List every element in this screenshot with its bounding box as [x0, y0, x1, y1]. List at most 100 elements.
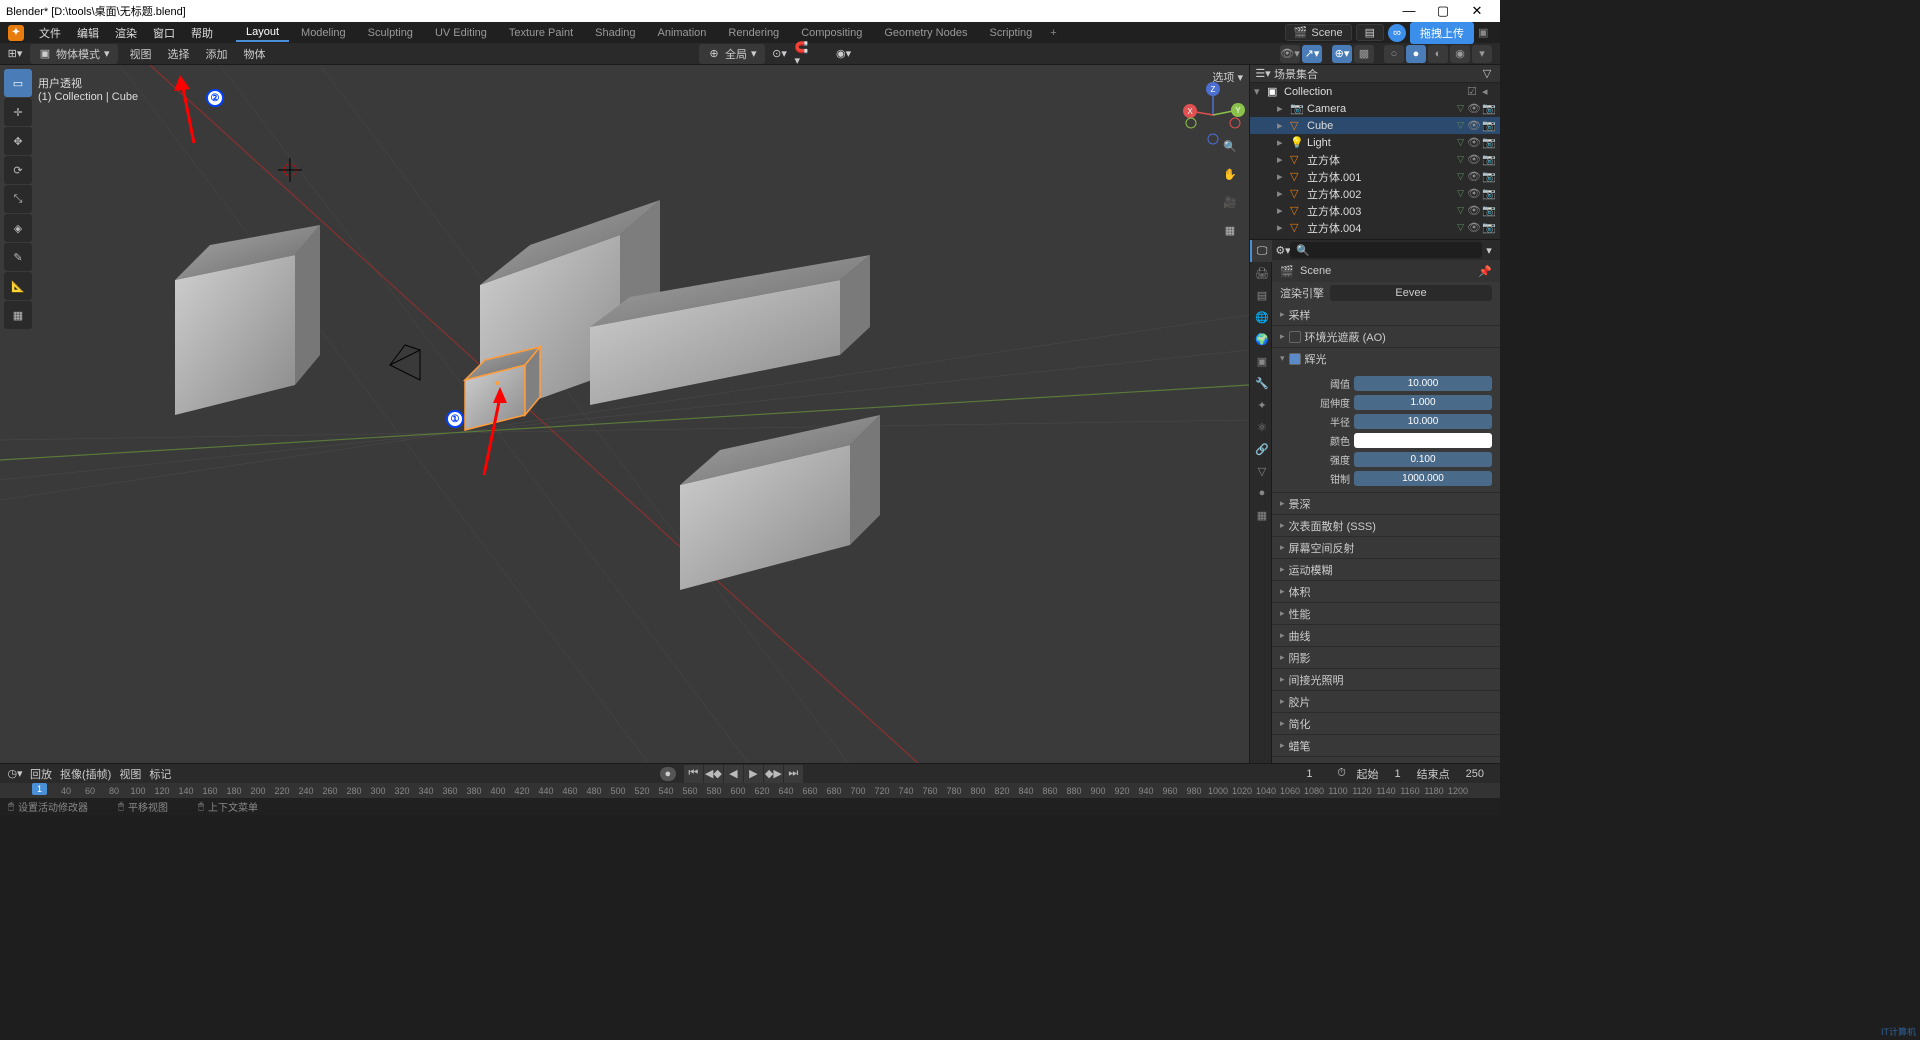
tab-particles[interactable]: ✦ — [1250, 394, 1272, 416]
timeline-playback[interactable]: 回放 — [30, 766, 52, 782]
jump-start-icon[interactable]: ⏮ — [684, 765, 704, 783]
pin-icon[interactable]: 📌 — [1478, 265, 1492, 278]
tab-output[interactable]: 🖨 — [1250, 262, 1272, 284]
tab-modeling[interactable]: Modeling — [291, 25, 356, 41]
timeline-keying[interactable]: 抠像(插帧) — [60, 766, 111, 782]
timeline-marker[interactable]: 标记 — [149, 766, 171, 782]
outliner-item-0[interactable]: ▸📷Camera▽👁📷 — [1250, 100, 1500, 117]
panel-bloom[interactable]: ▾辉光 — [1272, 348, 1500, 369]
play-reverse-icon[interactable]: ◀ — [724, 765, 744, 783]
bloom-checkbox[interactable] — [1289, 353, 1301, 365]
timeline-view[interactable]: 视图 — [119, 766, 141, 782]
close-button[interactable]: ✕ — [1460, 3, 1494, 19]
tab-render[interactable]: 🖵 — [1250, 240, 1272, 262]
panel-2[interactable]: ▸屏幕空间反射 — [1272, 537, 1500, 558]
transform-tool[interactable]: ◈ — [4, 214, 32, 242]
outliner-filter-icon[interactable]: ▽ — [1480, 67, 1494, 80]
menu-select[interactable]: 选择 — [164, 45, 194, 63]
panel-1[interactable]: ▸次表面散射 (SSS) — [1272, 515, 1500, 536]
bloom-threshold[interactable]: 10.000 — [1354, 376, 1492, 391]
tab-animation[interactable]: Animation — [648, 25, 717, 41]
play-icon[interactable]: ▶ — [744, 765, 764, 783]
playhead[interactable]: 1 — [32, 783, 47, 795]
outliner-item-4[interactable]: ▸▽立方体.001▽👁📷 — [1250, 168, 1500, 185]
cloud-sync-icon[interactable]: ∞ — [1388, 24, 1406, 42]
panel-3[interactable]: ▸运动模糊 — [1272, 559, 1500, 580]
panel-11[interactable]: ▸蜡笔 — [1272, 735, 1500, 756]
tab-physics[interactable]: ⚛ — [1250, 416, 1272, 438]
current-frame[interactable]: 1 — [1292, 766, 1326, 782]
panel-10[interactable]: ▸简化 — [1272, 713, 1500, 734]
end-frame[interactable]: 250 — [1458, 766, 1492, 782]
properties-search[interactable]: 🔍 — [1290, 242, 1482, 258]
menu-render[interactable]: 渲染 — [108, 23, 144, 43]
material-shading-icon[interactable]: ◐ — [1428, 45, 1448, 63]
panel-9[interactable]: ▸胶片 — [1272, 691, 1500, 712]
timeline-editor-icon[interactable]: ◷▾ — [8, 767, 22, 780]
outliner-item-7[interactable]: ▸▽立方体.004▽👁📷 — [1250, 219, 1500, 236]
bloom-color[interactable] — [1354, 433, 1492, 448]
camera-view-icon[interactable]: 🎥 — [1219, 191, 1241, 213]
options-dropdown[interactable]: 选项 ▾ — [1212, 69, 1243, 85]
3d-viewport[interactable]: 选项 ▾ ▭ ✛ ✥ ⟳ ⤡ ◈ ✎ 📐 ▦ 用户透视 (1) Collecti… — [0, 65, 1249, 763]
tab-scene-props[interactable]: 🌐 — [1250, 306, 1272, 328]
tab-modifier[interactable]: 🔧 — [1250, 372, 1272, 394]
tab-rendering[interactable]: Rendering — [718, 25, 789, 41]
add-cube-tool[interactable]: ▦ — [4, 301, 32, 329]
zoom-icon[interactable]: 🔍 — [1219, 135, 1241, 157]
tab-constraint[interactable]: 🔗 — [1250, 438, 1272, 460]
select-box-tool[interactable]: ▭ — [4, 69, 32, 97]
outliner-collection-root[interactable]: ▾▣ Collection ☑◂ — [1250, 83, 1500, 100]
pivot-icon[interactable]: ⊙▾ — [773, 47, 787, 60]
tab-scripting[interactable]: Scripting — [979, 25, 1042, 41]
minimize-button[interactable]: — — [1392, 3, 1426, 19]
tab-sculpting[interactable]: Sculpting — [358, 25, 423, 41]
outliner-item-2[interactable]: ▸💡Light▽👁📷 — [1250, 134, 1500, 151]
annotate-tool[interactable]: ✎ — [4, 243, 32, 271]
timeline-ruler[interactable]: 1 20406080100120140160180200220240260280… — [0, 783, 1500, 798]
outliner-item-1[interactable]: ▸▽Cube▽👁📷 — [1250, 117, 1500, 134]
filter-icon[interactable]: ▣ — [1478, 26, 1492, 39]
tab-layout[interactable]: Layout — [236, 24, 289, 42]
panel-4[interactable]: ▸体积 — [1272, 581, 1500, 602]
rotate-tool[interactable]: ⟳ — [4, 156, 32, 184]
jump-end-icon[interactable]: ⏭ — [784, 765, 804, 783]
overlay-toggle-icon[interactable]: ⊕▾ — [1332, 45, 1352, 63]
solid-shading-icon[interactable]: ● — [1406, 45, 1426, 63]
scale-tool[interactable]: ⤡ — [4, 185, 32, 213]
tab-shading[interactable]: Shading — [585, 25, 645, 41]
tab-world[interactable]: 🌍 — [1250, 328, 1272, 350]
menu-window[interactable]: 窗口 — [146, 23, 182, 43]
tab-uv-editing[interactable]: UV Editing — [425, 25, 497, 41]
panel-6[interactable]: ▸曲线 — [1272, 625, 1500, 646]
tab-texture-paint[interactable]: Texture Paint — [499, 25, 583, 41]
menu-view[interactable]: 视图 — [126, 45, 156, 63]
editor-type-icon[interactable]: ⊞▾ — [8, 47, 22, 60]
tab-geometry-nodes[interactable]: Geometry Nodes — [874, 25, 977, 41]
shading-dropdown-icon[interactable]: ▾ — [1472, 45, 1492, 63]
panel-7[interactable]: ▸阴影 — [1272, 647, 1500, 668]
auto-key-icon[interactable]: ● — [660, 767, 676, 781]
menu-file[interactable]: 文件 — [32, 23, 68, 43]
panel-5[interactable]: ▸性能 — [1272, 603, 1500, 624]
bloom-knee[interactable]: 1.000 — [1354, 395, 1492, 410]
bloom-clamp[interactable]: 1000.000 — [1354, 471, 1492, 486]
menu-add[interactable]: 添加 — [202, 45, 232, 63]
orientation-selector[interactable]: ⊕全局▾ — [699, 44, 765, 64]
panel-0[interactable]: ▸景深 — [1272, 493, 1500, 514]
ao-checkbox[interactable] — [1289, 331, 1301, 343]
cursor-tool[interactable]: ✛ — [4, 98, 32, 126]
scene-selector[interactable]: 🎬Scene — [1285, 24, 1352, 41]
measure-tool[interactable]: 📐 — [4, 272, 32, 300]
start-frame[interactable]: 1 — [1387, 766, 1409, 782]
props-options-icon[interactable]: ⚙▾ — [1276, 244, 1290, 257]
outliner-item-8[interactable]: ▸▽立方体.005▽👁📷 — [1250, 236, 1500, 239]
panel-8[interactable]: ▸间接光照明 — [1272, 669, 1500, 690]
perspective-toggle-icon[interactable]: ▦ — [1219, 219, 1241, 241]
snap-icon[interactable]: 🧲▾ — [795, 41, 809, 67]
render-engine-selector[interactable]: Eevee — [1330, 285, 1492, 301]
upload-button[interactable]: 拖拽上传 — [1410, 22, 1474, 44]
outliner-item-3[interactable]: ▸▽立方体▽👁📷 — [1250, 151, 1500, 168]
keyframe-prev-icon[interactable]: ◀◆ — [704, 765, 724, 783]
tab-view-layer[interactable]: ▤ — [1250, 284, 1272, 306]
